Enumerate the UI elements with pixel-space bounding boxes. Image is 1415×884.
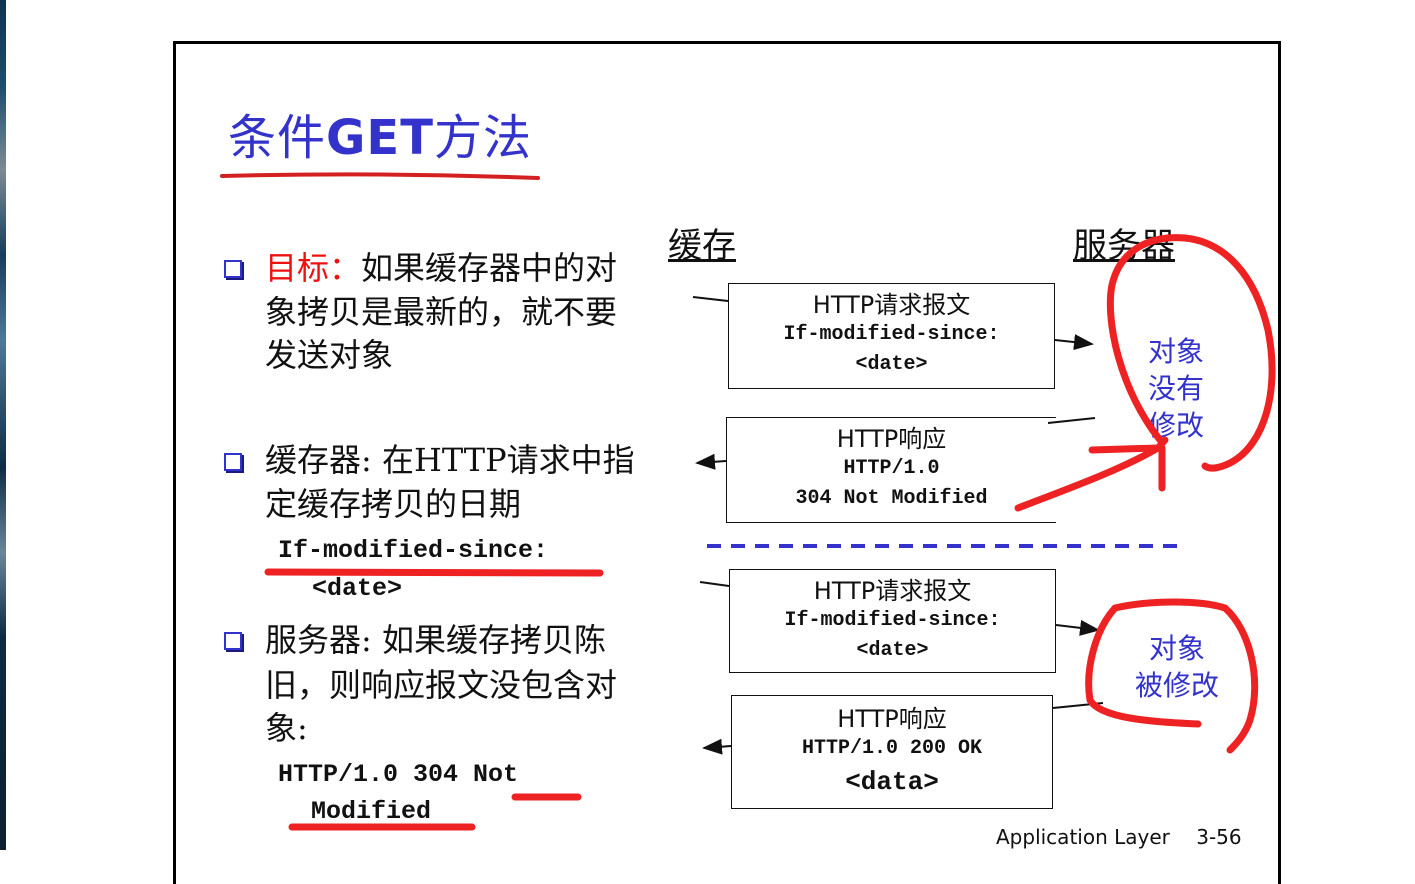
request-header: HTTP请求报文 [813, 577, 972, 605]
response-header: HTTP响应 [836, 425, 947, 453]
cache-code-1: If-modified-since: [278, 536, 549, 565]
server-note-modified: 对象 被修改 [1122, 630, 1232, 704]
server-code-2: Modified [311, 797, 432, 826]
note-line: 修改 [1147, 409, 1204, 442]
response-line1: HTTP/1.0 200 OK [801, 737, 983, 760]
title-get: GET [326, 110, 434, 166]
request-line1: If-modified-since: [783, 323, 1000, 346]
footer-section: Application Layer [996, 825, 1170, 849]
bullet-icon [224, 453, 242, 471]
note-line: 被修改 [1134, 669, 1219, 702]
note-line: 对象 [1147, 335, 1204, 368]
request-box-2: HTTP请求报文 If-modified-since: <date> [729, 569, 1056, 673]
request-line1: If-modified-since: [784, 609, 1001, 632]
request-line2: <date> [855, 353, 928, 376]
response-line1: HTTP/1.0 [843, 457, 940, 480]
footer: Application Layer 3-56 [996, 825, 1242, 849]
bullet-goal-line1: 目标：如果缓存器中的对 [265, 246, 617, 290]
goal-text-2: 象拷贝是最新的，就不要 [265, 293, 618, 331]
cache-code-2: <date> [312, 574, 403, 603]
goal-text-3: 发送对象 [265, 336, 394, 374]
server-text-3: 象: [265, 709, 308, 747]
response-box-2: HTTP响应 HTTP/1.0 200 OK <data> [731, 695, 1053, 809]
request-box-1: HTTP请求报文 If-modified-since: <date> [728, 283, 1055, 389]
cache-text-1: 缓存器: 在HTTP请求中指 [265, 441, 635, 479]
note-line: 对象 [1148, 632, 1205, 665]
background-strip [0, 0, 6, 850]
note-line: 没有 [1147, 372, 1204, 405]
server-column-label: 服务器 [1073, 226, 1175, 266]
server-note-unmodified: 对象 没有 修改 [1136, 333, 1216, 444]
goal-text-1: 如果缓存器中的对 [361, 249, 618, 287]
title-suffix: 方法 [433, 110, 532, 166]
request-line2: <date> [856, 639, 929, 662]
response-box-1: HTTP响应 HTTP/1.0 304 Not Modified [726, 417, 1056, 523]
request-header: HTTP请求报文 [812, 291, 971, 319]
server-code-1: HTTP/1.0 304 Not [278, 760, 519, 789]
goal-label: 目标： [265, 249, 362, 287]
bullet-icon [224, 632, 242, 650]
response-line2: 304 Not Modified [795, 487, 988, 510]
server-text-1: 服务器: 如果缓存拷贝陈 [265, 621, 606, 659]
cache-text-2: 定缓存拷贝的日期 [265, 485, 522, 523]
response-line2: <data> [845, 767, 939, 797]
cache-column-label: 缓存 [668, 226, 736, 266]
title-prefix: 条件 [228, 110, 327, 166]
server-text-2: 旧，则响应报文没包含对 [265, 666, 618, 704]
bullet-icon [224, 260, 242, 278]
slide-title: 条件GET方法 [228, 108, 532, 168]
response-header: HTTP响应 [837, 705, 947, 733]
footer-page-number: 3-56 [1196, 825, 1242, 849]
